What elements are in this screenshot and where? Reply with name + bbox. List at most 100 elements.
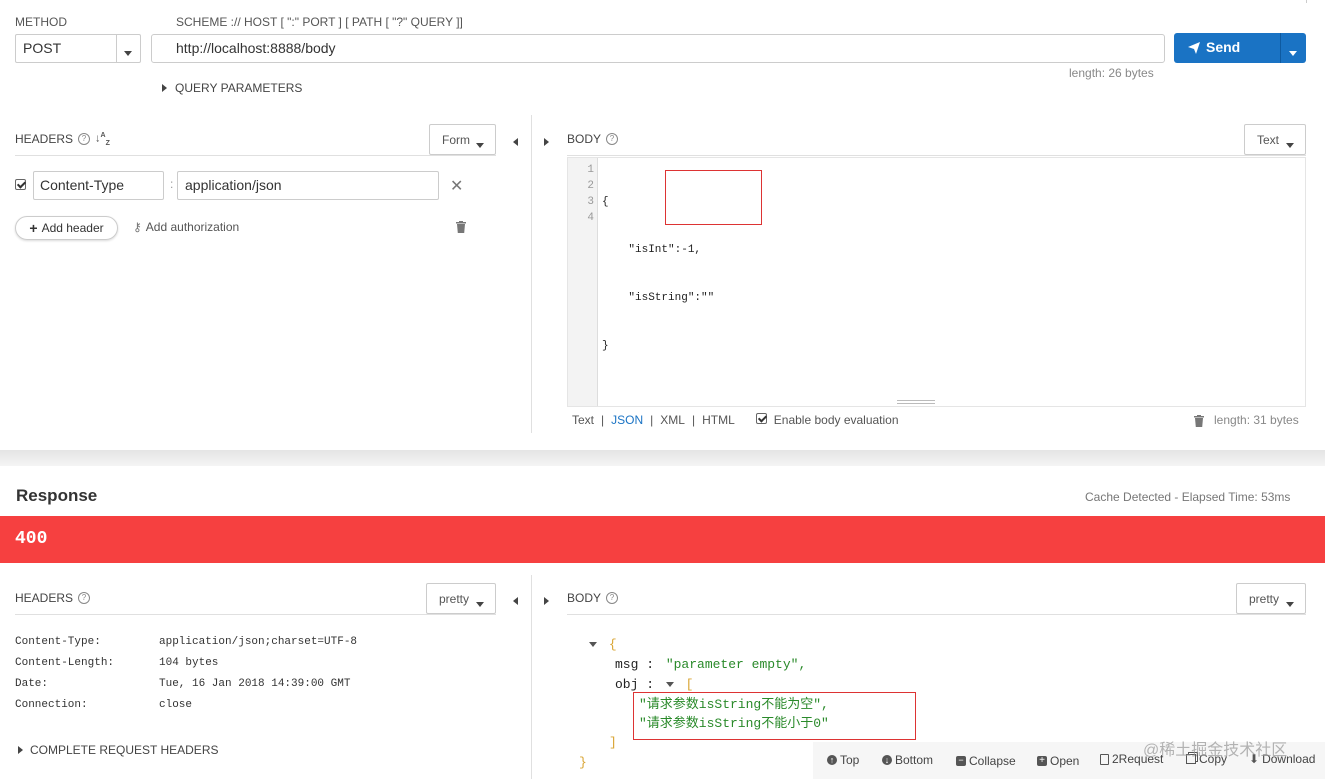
response-title: Response bbox=[16, 486, 98, 505]
open-label: Open bbox=[1050, 754, 1080, 768]
method-select[interactable]: POST bbox=[15, 34, 141, 63]
close-icon[interactable]: ✕ bbox=[450, 176, 463, 196]
response-body-title: BODY ? bbox=[567, 591, 619, 605]
enable-eval-checkbox[interactable] bbox=[755, 413, 767, 427]
json-close-brace-line: } bbox=[579, 753, 829, 773]
query-parameters-label: QUERY PARAMETERS bbox=[175, 81, 303, 95]
send-button[interactable]: Send bbox=[1174, 33, 1280, 63]
code-line: "isString":"" bbox=[602, 292, 715, 304]
help-icon[interactable]: ? bbox=[78, 592, 91, 604]
line-number: 1 bbox=[587, 164, 594, 176]
url-input[interactable]: http://localhost:8888/body bbox=[151, 34, 1165, 63]
collapse-label: Collapse bbox=[969, 754, 1016, 768]
triangle-right-icon bbox=[162, 81, 167, 95]
url-value: http://localhost:8888/body bbox=[176, 40, 336, 56]
header-row: Date: Tue, 16 Jan 2018 14:39:00 GMT bbox=[15, 674, 357, 695]
body-editor[interactable]: 1 2 3 4 { "isInt":-1, "isString":"" } bbox=[567, 157, 1306, 407]
chevron-down-icon bbox=[476, 138, 484, 152]
collapse-right-icon[interactable] bbox=[544, 594, 549, 608]
request-body-title: BODY ? bbox=[567, 132, 619, 146]
send-button-group: Send bbox=[1174, 33, 1306, 63]
sort-icon[interactable]: ↓AZ bbox=[95, 132, 110, 147]
body-mode-select[interactable]: Text bbox=[1244, 124, 1306, 155]
header-enabled-checkbox[interactable] bbox=[15, 179, 26, 193]
header-value: close bbox=[159, 699, 193, 711]
enable-eval-label: Enable body evaluation bbox=[773, 413, 899, 427]
expand-icon[interactable] bbox=[665, 682, 674, 688]
header-name: Content-Type: bbox=[15, 636, 101, 648]
response-headers-list: Content-Type: application/json;charset=UT… bbox=[15, 632, 357, 716]
highlight-box bbox=[633, 692, 916, 740]
chevron-down-icon bbox=[1289, 45, 1297, 59]
body-mode-label: Text bbox=[1257, 133, 1280, 147]
status-code: 400 bbox=[15, 529, 48, 549]
separator: | bbox=[601, 413, 605, 427]
header-value: 104 bytes bbox=[159, 657, 219, 669]
help-icon[interactable]: ? bbox=[78, 133, 91, 146]
format-text-tab[interactable]: Text bbox=[572, 413, 594, 427]
add-header-button[interactable]: + Add header bbox=[15, 216, 118, 240]
url-label: SCHEME :// HOST [ ":" PORT ] [ PATH [ "?… bbox=[176, 15, 463, 29]
collapse-left-icon[interactable] bbox=[513, 594, 518, 608]
format-json-tab[interactable]: JSON bbox=[611, 413, 643, 427]
resp-body-mode-label: pretty bbox=[1249, 592, 1280, 606]
open-brace: { bbox=[608, 637, 617, 652]
minus-square-icon: − bbox=[956, 756, 966, 766]
method-label: METHOD bbox=[15, 15, 67, 29]
body-title-text: BODY bbox=[567, 591, 602, 605]
divider bbox=[15, 614, 496, 615]
triangle-right-icon bbox=[18, 743, 23, 757]
json-root-line: { bbox=[589, 635, 829, 655]
bottom-label: Bottom bbox=[895, 753, 934, 767]
headers-mode-label: Form bbox=[442, 133, 470, 147]
query-parameters-toggle[interactable]: QUERY PARAMETERS bbox=[162, 81, 302, 95]
help-icon[interactable]: ? bbox=[606, 133, 619, 145]
header-value-input[interactable]: application/json bbox=[177, 171, 439, 200]
arrow-down-icon: ↓ bbox=[882, 755, 892, 765]
collapse-right-icon[interactable] bbox=[544, 135, 549, 149]
panel-divider bbox=[531, 115, 532, 433]
resp-body-mode-select[interactable]: pretty bbox=[1236, 583, 1306, 614]
resp-headers-mode-select[interactable]: pretty bbox=[426, 583, 496, 614]
trash-icon[interactable] bbox=[456, 221, 466, 236]
section-separator bbox=[0, 450, 1325, 466]
separator: | bbox=[650, 413, 654, 427]
header-value-text: application/json bbox=[185, 177, 282, 193]
collapse-left-icon[interactable] bbox=[513, 135, 518, 149]
line-number: 4 bbox=[587, 212, 594, 224]
resize-handle[interactable] bbox=[897, 400, 935, 401]
watermark: @稀土掘金技术社区 bbox=[1143, 742, 1288, 759]
trash-icon[interactable] bbox=[1194, 415, 1204, 430]
header-name: Connection: bbox=[15, 699, 88, 711]
expand-icon[interactable] bbox=[589, 642, 597, 648]
highlight-box bbox=[665, 170, 762, 225]
add-authorization-label: Add authorization bbox=[145, 220, 240, 234]
header-name-input[interactable]: Content-Type bbox=[33, 171, 164, 200]
resp-headers-mode-label: pretty bbox=[439, 592, 470, 606]
select-divider bbox=[116, 35, 117, 62]
add-authorization-button[interactable]: ⚷ Add authorization bbox=[133, 220, 239, 234]
plus-icon: + bbox=[29, 220, 38, 236]
bottom-button[interactable]: ↓ Bottom bbox=[882, 752, 933, 767]
send-options-button[interactable] bbox=[1281, 33, 1306, 63]
collapse-button[interactable]: − Collapse bbox=[956, 752, 1016, 768]
edge-mark bbox=[1306, 0, 1307, 3]
complete-request-headers-toggle[interactable]: COMPLETE REQUEST HEADERS bbox=[18, 743, 218, 757]
header-value: application/json;charset=UTF-8 bbox=[159, 636, 358, 648]
headers-mode-select[interactable]: Form bbox=[429, 124, 496, 155]
chevron-down-icon bbox=[1286, 597, 1294, 611]
line-number: 3 bbox=[587, 196, 594, 208]
headers-title-text: HEADERS bbox=[15, 591, 74, 605]
separator: | bbox=[691, 413, 696, 427]
format-html-tab[interactable]: HTML bbox=[702, 413, 735, 427]
format-xml-tab[interactable]: XML bbox=[660, 413, 685, 427]
headers-title-text: HEADERS bbox=[15, 132, 74, 147]
top-button[interactable]: ↑ Top bbox=[827, 752, 859, 767]
line-numbers: 1 2 3 4 bbox=[568, 162, 594, 226]
open-button[interactable]: + Open bbox=[1037, 752, 1079, 768]
url-length: length: 26 bytes bbox=[1069, 66, 1154, 80]
code-line: } bbox=[602, 340, 609, 352]
header-name-value: Content-Type bbox=[40, 177, 125, 193]
key-icon: ⚷ bbox=[133, 220, 142, 234]
help-icon[interactable]: ? bbox=[606, 592, 619, 604]
